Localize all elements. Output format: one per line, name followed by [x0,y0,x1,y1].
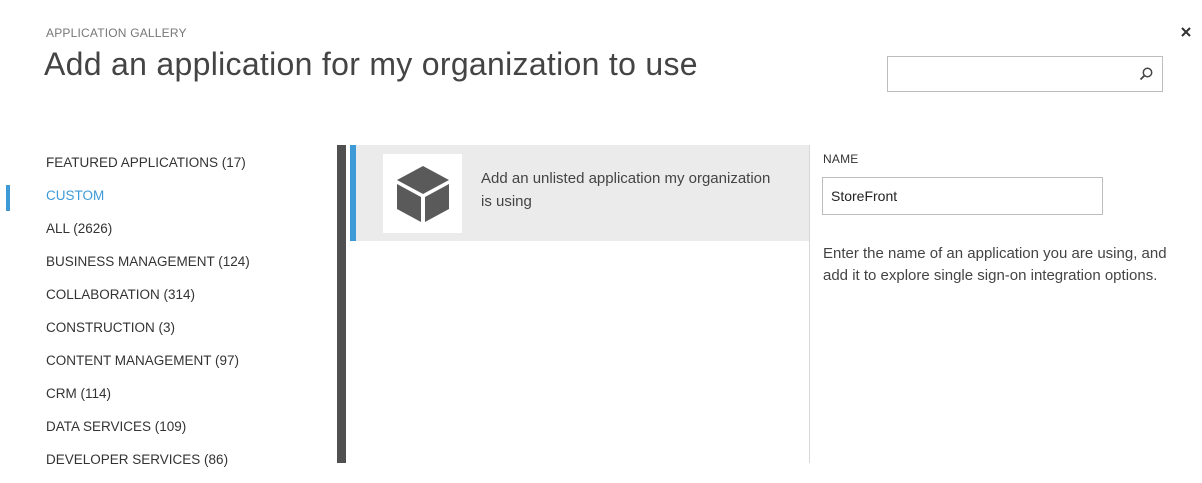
category-item-business-management[interactable]: BUSINESS MANAGEMENT (124) [46,252,250,285]
category-item-crm[interactable]: CRM (114) [46,384,250,417]
close-button[interactable] [1178,24,1194,40]
close-icon [1181,27,1191,37]
category-item-featured[interactable]: FEATURED APPLICATIONS (17) [46,153,250,186]
help-text: Enter the name of an application you are… [823,245,1167,284]
category-list: FEATURED APPLICATIONS (17) CUSTOM ALL (2… [46,153,250,483]
details-divider [809,145,810,463]
category-item-construction[interactable]: CONSTRUCTION (3) [46,318,250,351]
app-description: Add an unlisted application my organizat… [481,170,771,210]
category-item-developer-services[interactable]: DEVELOPER SERVICES (86) [46,450,250,483]
page-title: Add an application for my organization t… [44,46,698,82]
app-list-item[interactable]: Add an unlisted application my organizat… [350,145,809,241]
app-thumbnail [383,154,462,233]
selected-item-accent [350,145,356,241]
search-input[interactable] [888,57,1132,91]
category-item-custom[interactable]: CUSTOM [46,186,250,219]
category-item-content-management[interactable]: CONTENT MANAGEMENT (97) [46,351,250,384]
dialog-eyebrow: APPLICATION GALLERY [46,26,187,40]
category-item-collaboration[interactable]: COLLABORATION (314) [46,285,250,318]
cube-icon [397,166,449,222]
search-box [887,56,1163,92]
category-item-data-services[interactable]: DATA SERVICES (109) [46,417,250,450]
search-icon[interactable] [1138,66,1154,82]
category-item-all[interactable]: ALL (2626) [46,219,250,252]
pane-divider [337,145,346,463]
name-field[interactable] [822,177,1103,215]
name-label: NAME [823,152,859,166]
active-category-marker [6,185,10,211]
